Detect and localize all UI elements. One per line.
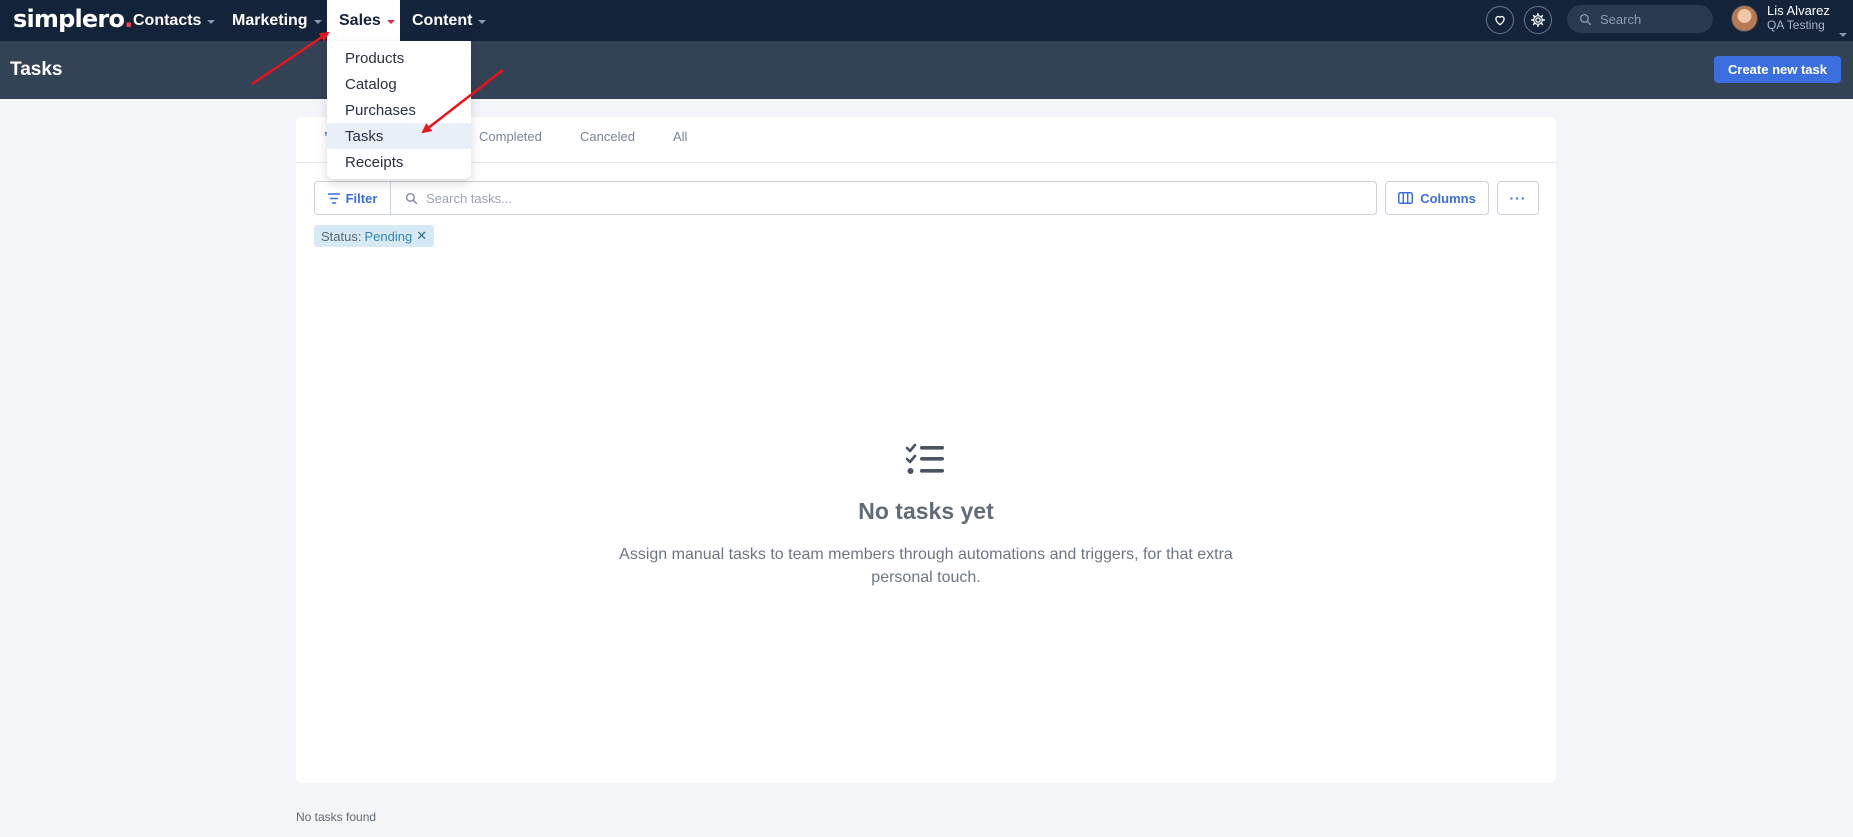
task-list-icon xyxy=(905,442,945,481)
page-title: Tasks xyxy=(10,59,63,80)
page-header xyxy=(0,41,1853,99)
nav-label: Marketing xyxy=(232,11,308,29)
menu-item-purchases[interactable]: Purchases xyxy=(327,97,471,123)
favorites-button[interactable] xyxy=(1486,6,1514,34)
nav-contacts[interactable]: Contacts xyxy=(121,0,227,41)
menu-item-tasks[interactable]: Tasks xyxy=(327,123,471,149)
chevron-down-icon xyxy=(207,19,216,24)
results-count: No tasks found xyxy=(296,810,377,824)
settings-button[interactable] xyxy=(1524,6,1552,34)
chevron-down-icon xyxy=(478,19,487,24)
sales-dropdown-menu: Products Catalog Purchases Tasks Receipt… xyxy=(327,41,471,179)
columns-icon xyxy=(1398,192,1414,204)
nav-label: Content xyxy=(412,11,473,29)
menu-item-receipts[interactable]: Receipts xyxy=(327,149,471,175)
columns-button[interactable]: Columns xyxy=(1385,181,1489,215)
simplero-logo[interactable]: simplero. xyxy=(13,5,133,33)
empty-state-description: Assign manual tasks to team members thro… xyxy=(619,546,1233,586)
create-new-task-button[interactable]: Create new task xyxy=(1714,56,1841,83)
tab-all[interactable]: All xyxy=(673,129,687,144)
nav-label: Sales xyxy=(339,11,381,29)
logo-text: simplero xyxy=(13,5,125,33)
more-options-button[interactable]: ··· xyxy=(1497,181,1539,215)
filter-label: Filter xyxy=(345,190,378,206)
global-search-placeholder: Search xyxy=(1600,11,1642,27)
empty-state-title: No tasks yet xyxy=(858,498,994,524)
columns-label: Columns xyxy=(1420,190,1476,206)
status-filter-chip: Status: Pending ✕ xyxy=(314,225,435,247)
nav-marketing[interactable]: Marketing xyxy=(220,0,334,41)
filter-icon xyxy=(327,192,340,204)
search-icon xyxy=(1579,13,1592,25)
global-search[interactable]: Search xyxy=(1567,5,1713,33)
menu-item-catalog[interactable]: Catalog xyxy=(327,71,471,97)
nav-sales[interactable]: Sales xyxy=(327,0,400,41)
heart-icon xyxy=(1495,15,1505,26)
filter-chip-value: Pending xyxy=(364,228,413,244)
remove-filter-icon[interactable]: ✕ xyxy=(416,228,427,244)
filter-button[interactable]: Filter xyxy=(314,181,390,215)
gear-icon xyxy=(1530,12,1546,28)
nav-label: Contacts xyxy=(133,11,202,29)
search-icon xyxy=(405,192,418,204)
tab-completed[interactable]: Completed xyxy=(479,129,542,144)
chevron-down-icon xyxy=(313,19,322,24)
avatar[interactable] xyxy=(1731,5,1758,32)
chevron-down-icon xyxy=(386,19,395,24)
task-search-input[interactable] xyxy=(426,190,1326,206)
filter-chip-key: Status: xyxy=(321,228,362,244)
menu-item-products[interactable]: Products xyxy=(327,45,471,71)
tabs-divider xyxy=(296,162,1556,163)
task-search-box[interactable] xyxy=(390,181,1377,215)
chevron-down-icon[interactable] xyxy=(1839,33,1847,37)
nav-content[interactable]: Content xyxy=(400,0,498,41)
tab-canceled[interactable]: Canceled xyxy=(580,129,635,144)
user-name[interactable]: Lis Alvarez xyxy=(1767,4,1830,18)
user-org: QA Testing xyxy=(1767,18,1825,32)
